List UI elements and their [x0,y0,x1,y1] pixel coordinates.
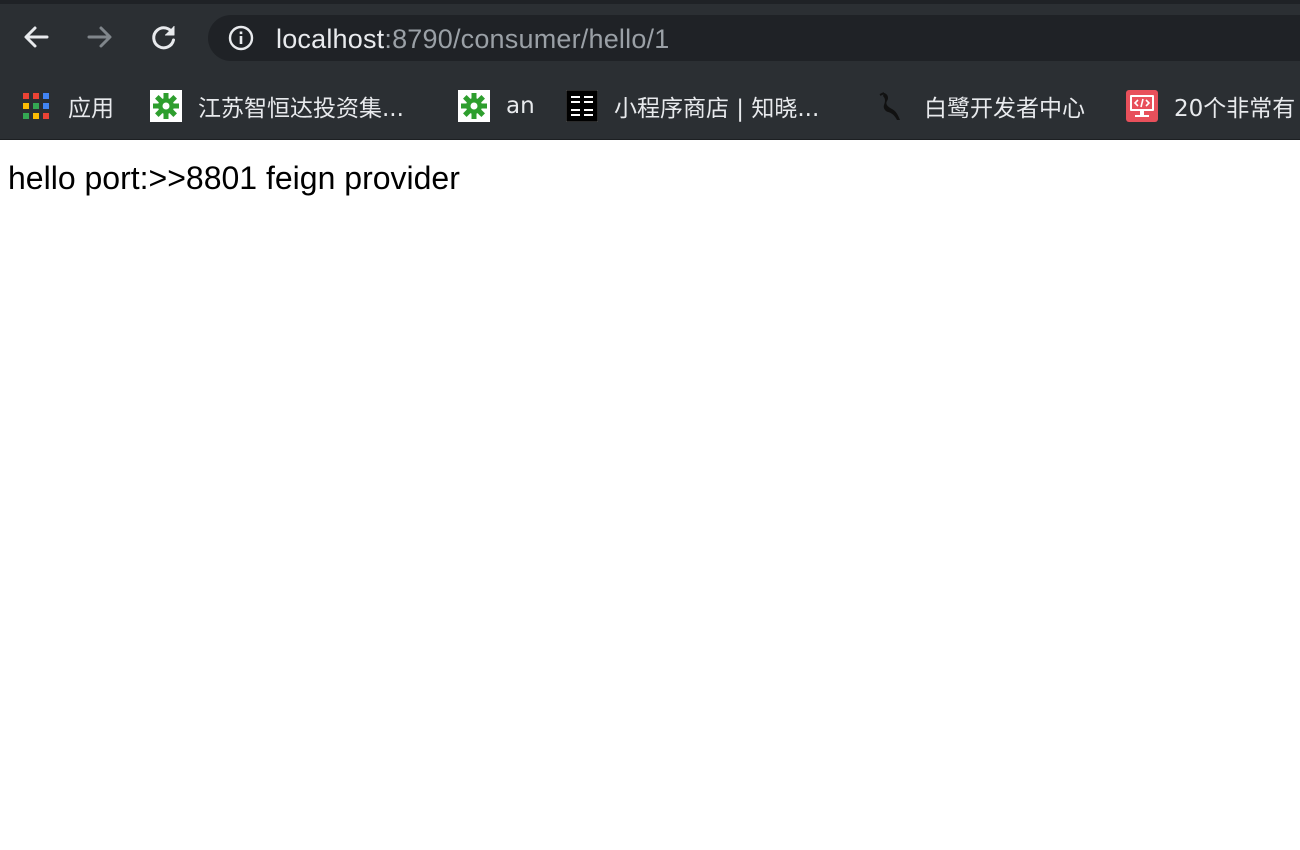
browser-chrome: localhost:8790/consumer/hello/1 应用 江苏智恒达… [0,0,1300,140]
reload-button[interactable] [144,17,184,57]
bookmark-label: 小程序商店 | 知晓... [614,96,820,122]
apps-grid-icon [20,90,52,122]
url-host: localhost [276,24,385,54]
bookmark-an[interactable]: an [458,89,535,123]
bookmark-label: 应用 [68,96,114,122]
zhixiao-logo-icon [566,90,598,122]
url-text[interactable]: localhost:8790/consumer/hello/1 [276,24,669,54]
back-arrow-icon [24,26,49,48]
url-path: :8790/consumer/hello/1 [384,24,670,54]
code-monitor-icon [1126,90,1158,122]
back-button[interactable] [16,17,56,57]
site-info-icon[interactable] [228,25,254,51]
bookmarks-bar: 应用 江苏智恒达投资集... an 小程序商店 | 知晓... 白鹭开发者中心 … [0,72,1300,140]
bookmark-jiangsu[interactable]: 江苏智恒达投资集... [150,89,404,123]
bookmark-label: an [506,93,535,119]
egret-bird-icon [876,90,908,122]
forward-arrow-icon [87,26,112,48]
bookmark-label: 白鹭开发者中心 [924,96,1085,122]
bookmark-zhixiao[interactable]: 小程序商店 | 知晓... [566,89,819,123]
green-gear-icon [150,90,182,122]
bookmark-apps[interactable]: 应用 [20,89,114,123]
bookmark-label: 江苏智恒达投资集... [198,96,404,122]
address-bar[interactable]: localhost:8790/consumer/hello/1 [208,15,1300,61]
browser-toolbar: localhost:8790/consumer/hello/1 [0,4,1300,72]
bookmark-20[interactable]: 20个非常有 [1126,89,1295,123]
forward-button[interactable] [80,17,120,57]
page-body-text: hello port:>>8801 feign provider [8,160,460,196]
bookmark-egret[interactable]: 白鹭开发者中心 [876,89,1085,123]
green-gear-icon [458,90,490,122]
bookmark-label: 20个非常有 [1174,96,1296,122]
reload-icon [152,26,175,50]
